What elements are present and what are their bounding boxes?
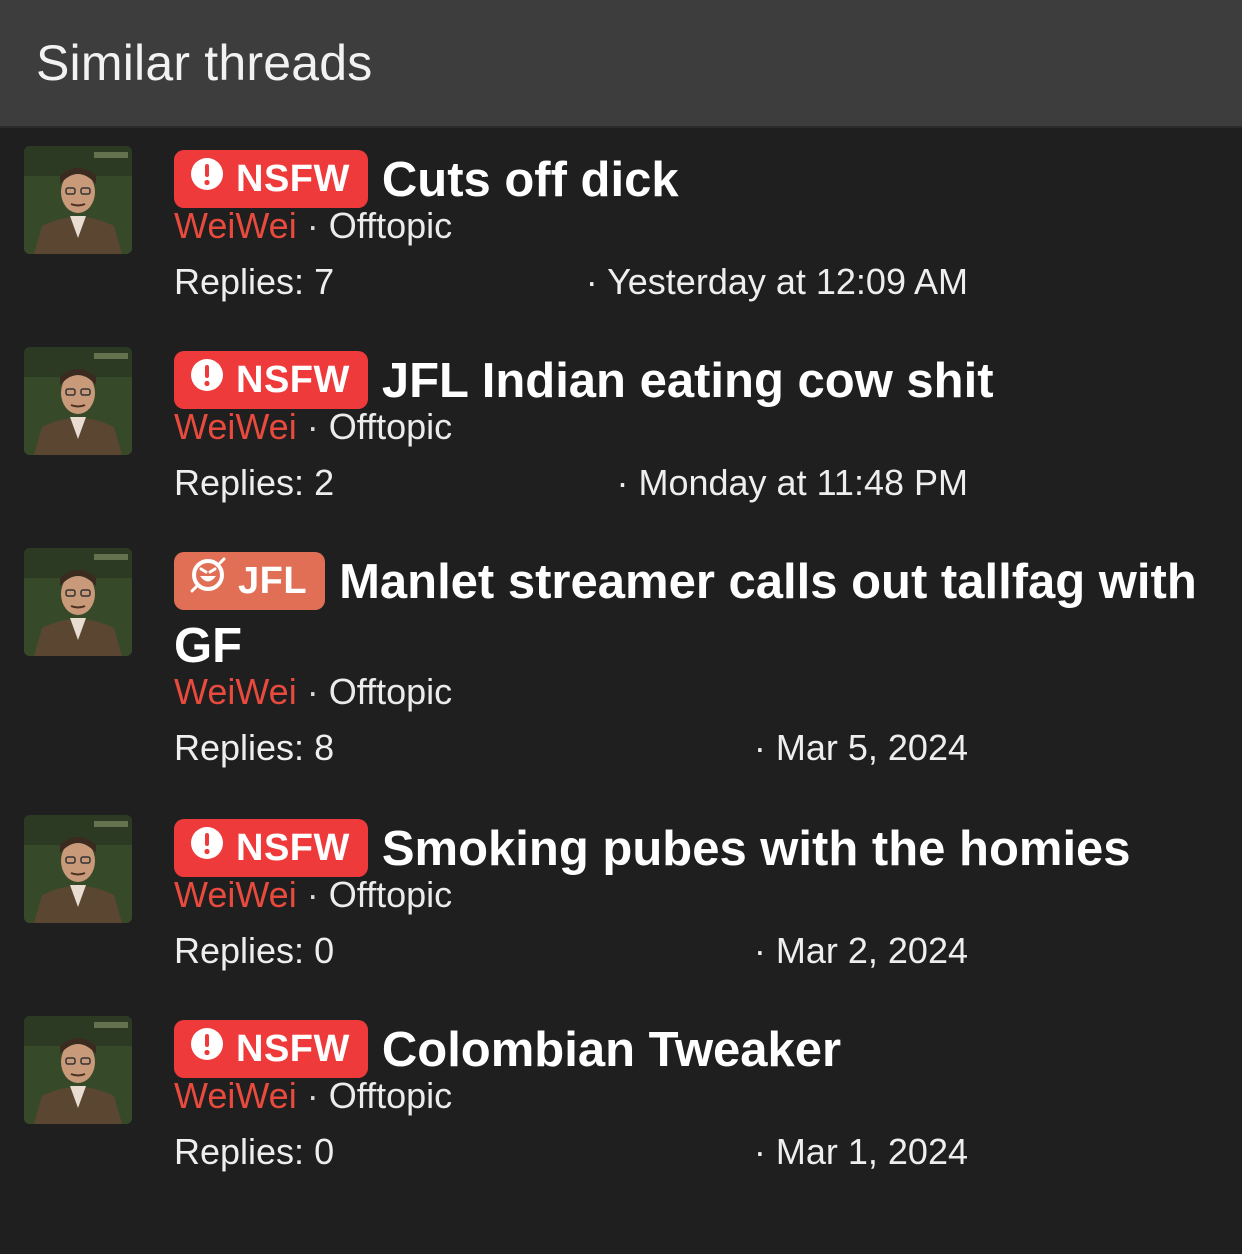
meta-separator: · <box>306 874 319 915</box>
forum-link[interactable]: Offtopic <box>329 205 452 246</box>
forum-link[interactable]: Offtopic <box>329 1075 452 1116</box>
nsfw-badge[interactable]: NSFW <box>174 150 368 208</box>
avatar[interactable] <box>24 1016 132 1124</box>
avatar[interactable] <box>24 548 132 656</box>
thread-title[interactable]: Smoking pubes with the homies <box>382 822 1131 876</box>
replies-count: Replies: 2 <box>174 462 335 503</box>
thread-date[interactable]: · Mar 5, 2024 <box>754 727 968 769</box>
thread-title-line[interactable]: NSFW Smoking pubes with the homies <box>174 817 1202 881</box>
forum-link[interactable]: Offtopic <box>329 671 452 712</box>
avatar[interactable] <box>24 146 132 254</box>
alert-icon <box>190 348 224 412</box>
badge-label: JFL <box>238 560 308 602</box>
badge-label: NSFW <box>236 359 350 401</box>
thread-title-line[interactable]: NSFW Colombian Tweaker <box>174 1018 1202 1082</box>
thread-meta: WeiWei · Offtopic <box>174 204 1202 248</box>
replies-count: Replies: 8 <box>174 727 335 768</box>
thread-title[interactable]: Cuts off dick <box>382 153 679 207</box>
thread-body: NSFW Smoking pubes with the homies WeiWei … <box>174 817 1202 974</box>
alert-icon <box>190 1017 224 1081</box>
replies-count: Replies: 0 <box>174 1131 335 1172</box>
badge-label: NSFW <box>236 1028 350 1070</box>
author-link[interactable]: WeiWei <box>174 1075 297 1116</box>
similar-threads-header: Similar threads <box>0 0 1242 128</box>
thread-title[interactable]: Colombian Tweaker <box>382 1023 841 1077</box>
jfl-badge[interactable]: JFL <box>174 549 326 613</box>
thread-body: NSFW Colombian Tweaker WeiWei · Offtopic Re… <box>174 1018 1202 1175</box>
thread-title-line[interactable]: NSFW Cuts off dick <box>174 148 1202 212</box>
thread-date[interactable]: · Mar 1, 2024 <box>754 1131 968 1173</box>
thread-date[interactable]: · Mar 2, 2024 <box>754 930 968 972</box>
meta-separator: · <box>306 671 319 712</box>
alert-icon <box>190 816 224 880</box>
author-link[interactable]: WeiWei <box>174 874 297 915</box>
thread-title-line[interactable]: JFL Manlet streamer calls out tallfag wit… <box>174 550 1202 678</box>
avatar[interactable] <box>24 347 132 455</box>
nsfw-badge[interactable]: NSFW <box>174 819 368 877</box>
section-title: Similar threads <box>36 35 373 91</box>
badge-label: NSFW <box>236 827 350 869</box>
meta-separator: · <box>306 205 319 246</box>
thread-title-line[interactable]: NSFW JFL Indian eating cow shit <box>174 349 1202 413</box>
replies-count: Replies: 0 <box>174 930 335 971</box>
meta-separator: · <box>306 1075 319 1116</box>
alert-icon <box>190 147 224 211</box>
author-link[interactable]: WeiWei <box>174 406 297 447</box>
thread-stats: Replies: 8 · Mar 5, 2024 <box>174 727 1202 771</box>
thread-stats: Replies: 0 · Mar 2, 2024 <box>174 930 1202 974</box>
thread-body: JFL Manlet streamer calls out tallfag wit… <box>174 550 1202 771</box>
forum-link[interactable]: Offtopic <box>329 874 452 915</box>
meta-separator: · <box>306 406 319 447</box>
thread-body: NSFW Cuts off dick WeiWei · Offtopic Replie… <box>174 148 1202 305</box>
thread-title[interactable]: Manlet streamer calls out tallfag with G… <box>174 555 1197 673</box>
thread-title[interactable]: JFL Indian eating cow shit <box>382 354 994 408</box>
thread-date[interactable]: · Yesterday at 12:09 AM <box>586 261 968 303</box>
replies-count: Replies: 7 <box>174 261 335 302</box>
thread-body: NSFW JFL Indian eating cow shit WeiWei · O… <box>174 349 1202 506</box>
laugh-icon <box>190 549 226 613</box>
badge-label: NSFW <box>236 158 350 200</box>
thread-meta: WeiWei · Offtopic <box>174 670 1202 714</box>
thread-stats: Replies: 7 · Yesterday at 12:09 AM <box>174 261 1202 305</box>
thread-stats: Replies: 2 · Monday at 11:48 PM <box>174 462 1202 506</box>
forum-link[interactable]: Offtopic <box>329 406 452 447</box>
thread-stats: Replies: 0 · Mar 1, 2024 <box>174 1131 1202 1175</box>
nsfw-badge[interactable]: NSFW <box>174 351 368 409</box>
author-link[interactable]: WeiWei <box>174 205 297 246</box>
thread-date[interactable]: · Monday at 11:48 PM <box>616 462 968 504</box>
nsfw-badge[interactable]: NSFW <box>174 1020 368 1078</box>
author-link[interactable]: WeiWei <box>174 671 297 712</box>
avatar[interactable] <box>24 815 132 923</box>
